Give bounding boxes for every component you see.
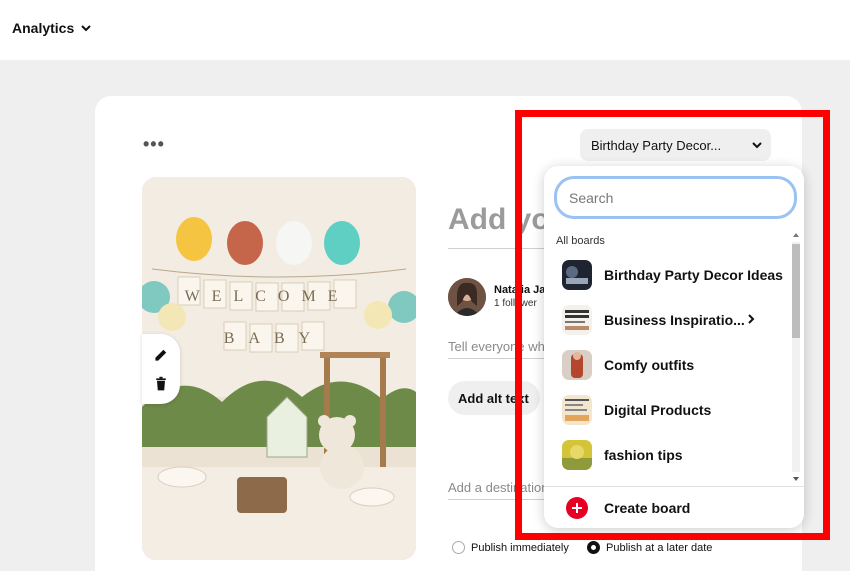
board-thumbnail bbox=[562, 439, 592, 470]
board-name: Birthday Party Decor Ideas bbox=[604, 266, 783, 283]
board-item-digital-products[interactable]: Digital Products bbox=[544, 387, 789, 432]
image-tools bbox=[142, 334, 180, 404]
title-input[interactable]: Add your title bbox=[448, 203, 548, 237]
board-name: Business Inspiratio... bbox=[604, 311, 745, 328]
user-followers: 1 follower bbox=[494, 298, 537, 309]
add-alt-text-button[interactable]: Add alt text bbox=[448, 381, 540, 415]
publish-later-option[interactable]: Publish at a later date bbox=[587, 541, 712, 554]
user-name: Natalia Janice bbox=[494, 284, 546, 296]
board-select-dropdown[interactable]: Birthday Party Decor... bbox=[580, 129, 771, 161]
banner-welcome-text: WELCOME bbox=[185, 288, 350, 305]
create-board-button[interactable]: Create board bbox=[544, 486, 804, 528]
board-item-fashion-tips[interactable]: fashion tips bbox=[544, 432, 789, 477]
top-bar: Analytics bbox=[0, 0, 850, 60]
chevron-down-icon bbox=[752, 142, 762, 149]
publish-later-label: Publish at a later date bbox=[606, 541, 713, 554]
publish-immediately-radio[interactable] bbox=[452, 541, 465, 554]
more-options-icon[interactable]: ••• bbox=[143, 135, 165, 153]
chevron-right-icon[interactable] bbox=[745, 313, 757, 325]
destination-link-input[interactable]: Add a destination link bbox=[448, 480, 548, 495]
create-board-label: Create board bbox=[604, 499, 691, 516]
title-underline bbox=[448, 248, 548, 249]
banner-baby-text: BABY bbox=[224, 330, 324, 347]
plus-icon bbox=[566, 496, 588, 519]
board-item-birthday-party-decor-ideas[interactable]: Birthday Party Decor Ideas bbox=[544, 252, 789, 297]
board-list: Birthday Party Decor Ideas Business Insp… bbox=[544, 252, 789, 477]
scrollbar-thumb[interactable] bbox=[792, 244, 800, 338]
board-search-input[interactable] bbox=[554, 176, 797, 219]
chevron-down-icon bbox=[81, 25, 91, 32]
analytics-menu[interactable]: Analytics bbox=[12, 20, 92, 36]
board-name: Digital Products bbox=[604, 401, 712, 418]
trash-icon[interactable] bbox=[151, 374, 171, 394]
board-thumbnail bbox=[562, 394, 592, 425]
board-thumbnail bbox=[562, 304, 592, 335]
analytics-label: Analytics bbox=[12, 20, 75, 36]
description-underline bbox=[448, 358, 548, 359]
edit-icon[interactable] bbox=[151, 345, 171, 365]
scroll-down-icon[interactable] bbox=[792, 474, 800, 484]
board-name: fashion tips bbox=[604, 446, 683, 463]
all-boards-label: All boards bbox=[556, 235, 605, 247]
publish-immediately-option[interactable]: Publish immediately bbox=[452, 541, 569, 554]
board-select-value: Birthday Party Decor... bbox=[591, 138, 722, 153]
publish-later-radio[interactable] bbox=[587, 541, 600, 554]
avatar bbox=[448, 278, 486, 316]
description-input[interactable]: Tell everyone what your Pin is about bbox=[448, 339, 548, 354]
board-thumbnail bbox=[562, 259, 592, 290]
board-thumbnail bbox=[562, 349, 592, 380]
board-dropdown-panel: All boards Birthday Party Decor Ideas Bu… bbox=[544, 166, 804, 528]
board-name: Comfy outfits bbox=[604, 356, 695, 373]
scroll-up-icon[interactable] bbox=[792, 230, 800, 240]
pin-image: WELCOME BABY bbox=[142, 177, 416, 560]
board-item-comfy-outfits[interactable]: Comfy outfits bbox=[544, 342, 789, 387]
board-item-business-inspiration[interactable]: Business Inspiratio... bbox=[544, 297, 789, 342]
destination-underline bbox=[448, 499, 548, 500]
board-list-scrollbar[interactable] bbox=[789, 228, 801, 486]
publish-immediately-label: Publish immediately bbox=[471, 541, 569, 554]
